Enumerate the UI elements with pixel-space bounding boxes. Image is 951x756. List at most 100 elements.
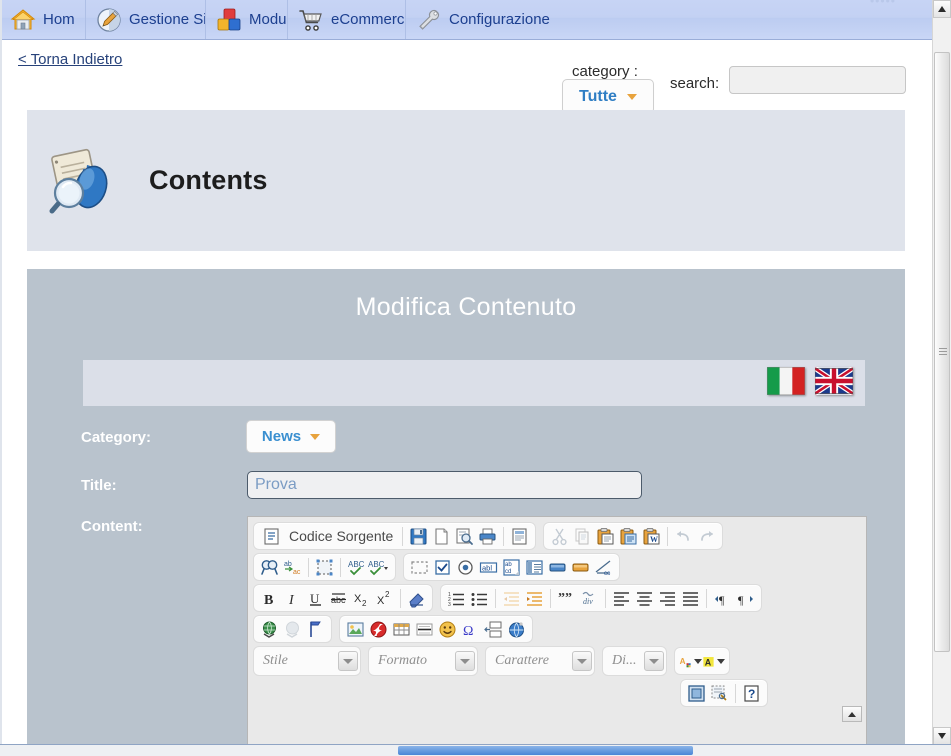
bold-icon[interactable]: B [258, 587, 281, 610]
toolbar-collapse-button[interactable] [842, 706, 862, 722]
blockquote-icon[interactable]: ”” [555, 587, 578, 610]
italian-flag-icon[interactable] [766, 366, 806, 396]
link-icon[interactable] [258, 618, 281, 641]
align-right-icon[interactable] [656, 587, 679, 610]
maximize-icon[interactable] [685, 682, 708, 705]
text-color-icon[interactable]: A [679, 650, 702, 673]
superscript-icon[interactable]: X 2 [373, 587, 396, 610]
italic-icon[interactable]: I [281, 587, 304, 610]
unlink-icon[interactable] [281, 618, 304, 641]
replace-icon[interactable]: ab ac [281, 556, 304, 579]
iframe-icon[interactable] [505, 618, 528, 641]
strikethrough-icon[interactable]: abc [327, 587, 350, 610]
table-icon[interactable] [390, 618, 413, 641]
bulleted-list-icon[interactable] [468, 587, 491, 610]
nav-item-home[interactable]: Hom [0, 0, 86, 39]
select-field-icon[interactable] [523, 556, 546, 579]
horizontal-rule-icon[interactable] [413, 618, 436, 641]
smiley-icon[interactable] [436, 618, 459, 641]
paste-word-icon[interactable]: W [640, 525, 663, 548]
image-button-icon[interactable] [569, 556, 592, 579]
show-blocks-icon[interactable] [708, 682, 731, 705]
toolbar-group-tools: ? [680, 679, 768, 707]
outdent-icon[interactable] [500, 587, 523, 610]
vertical-scrollbar-thumb[interactable] [934, 52, 950, 652]
anchor-icon[interactable] [304, 618, 327, 641]
toolbar-group-editing: ab ac ABC ABC [253, 553, 396, 581]
print-icon[interactable] [476, 525, 499, 548]
scroll-up-button[interactable] [933, 0, 951, 18]
svg-text:abl: abl [482, 563, 492, 572]
category-field-label: Category: [81, 429, 152, 446]
redo-icon[interactable] [695, 525, 718, 548]
horizontal-scrollbar-thumb[interactable] [398, 746, 693, 755]
special-char-icon[interactable]: Ω [459, 618, 482, 641]
svg-text:div: div [583, 597, 593, 606]
style-combo[interactable]: Stile [253, 646, 361, 676]
cut-icon[interactable] [548, 525, 571, 548]
div-container-icon[interactable]: div [578, 587, 601, 610]
image-icon[interactable] [344, 618, 367, 641]
select-all-icon[interactable] [313, 556, 336, 579]
align-center-icon[interactable] [633, 587, 656, 610]
align-left-icon[interactable] [610, 587, 633, 610]
form-icon[interactable] [408, 556, 431, 579]
separator [308, 557, 309, 577]
button-icon[interactable] [546, 556, 569, 579]
horizontal-scrollbar[interactable] [0, 744, 951, 756]
main-navigation-bar: ••••• Hom Gestione Sit Modu eCommerc Con… [0, 0, 932, 40]
category-filter-dropdown[interactable]: Tutte [562, 79, 654, 114]
bg-color-icon[interactable]: A [702, 650, 725, 673]
size-combo-label: Di... [612, 653, 637, 668]
templates-icon[interactable] [508, 525, 531, 548]
new-page-icon[interactable] [430, 525, 453, 548]
separator [400, 588, 401, 608]
title-input[interactable] [247, 471, 642, 499]
page-break-icon[interactable] [482, 618, 505, 641]
vertical-scrollbar[interactable] [932, 0, 951, 745]
chevron-down-icon [338, 651, 358, 671]
spellcheck-icon[interactable]: ABC [345, 556, 368, 579]
nav-item-moduli[interactable]: Modu [206, 0, 288, 39]
back-link[interactable]: < Torna Indietro [18, 51, 122, 68]
svg-text:ab: ab [505, 562, 512, 568]
rtl-icon[interactable]: ¶ [734, 587, 757, 610]
underline-icon[interactable]: U [304, 587, 327, 610]
numbered-list-icon[interactable]: 1 2 3 [445, 587, 468, 610]
category-field-dropdown[interactable]: News [246, 420, 336, 453]
uk-flag-icon[interactable] [813, 366, 855, 396]
svg-text:ab: ab [284, 561, 292, 568]
ltr-icon[interactable]: ¶ [711, 587, 734, 610]
paste-text-icon[interactable] [617, 525, 640, 548]
preview-icon[interactable] [453, 525, 476, 548]
paste-icon[interactable] [594, 525, 617, 548]
subscript-icon[interactable]: X 2 [350, 587, 373, 610]
toolbar-row-2: ab ac ABC ABC abl ab cd co [253, 553, 862, 581]
find-icon[interactable] [258, 556, 281, 579]
search-input[interactable] [729, 66, 906, 94]
ckeditor-toolbar: Codice Sorgente W ab ac ABC ABC abl ab c… [248, 517, 866, 710]
nav-item-gestione-sito[interactable]: Gestione Sit [86, 0, 206, 39]
source-button[interactable]: Codice Sorgente [258, 525, 398, 548]
remove-format-icon[interactable] [405, 587, 428, 610]
font-combo[interactable]: Carattere [485, 646, 595, 676]
nav-item-ecommerce[interactable]: eCommerc [288, 0, 406, 39]
save-icon[interactable] [407, 525, 430, 548]
textfield-icon[interactable]: abl [477, 556, 500, 579]
size-combo[interactable]: Di... [602, 646, 667, 676]
indent-icon[interactable] [523, 587, 546, 610]
scrollbar-grip [939, 348, 947, 356]
format-combo[interactable]: Formato [368, 646, 478, 676]
spellcheck-menu-icon[interactable]: ABC [368, 556, 391, 579]
hidden-field-icon[interactable]: co [592, 556, 615, 579]
about-icon[interactable]: ? [740, 682, 763, 705]
undo-icon[interactable] [672, 525, 695, 548]
flash-icon[interactable] [367, 618, 390, 641]
radio-icon[interactable] [454, 556, 477, 579]
align-justify-icon[interactable] [679, 587, 702, 610]
scroll-down-button[interactable] [933, 727, 951, 745]
textarea-icon[interactable]: ab cd [500, 556, 523, 579]
checkbox-icon[interactable] [431, 556, 454, 579]
nav-item-configurazione[interactable]: Configurazione [406, 0, 586, 39]
copy-icon[interactable] [571, 525, 594, 548]
